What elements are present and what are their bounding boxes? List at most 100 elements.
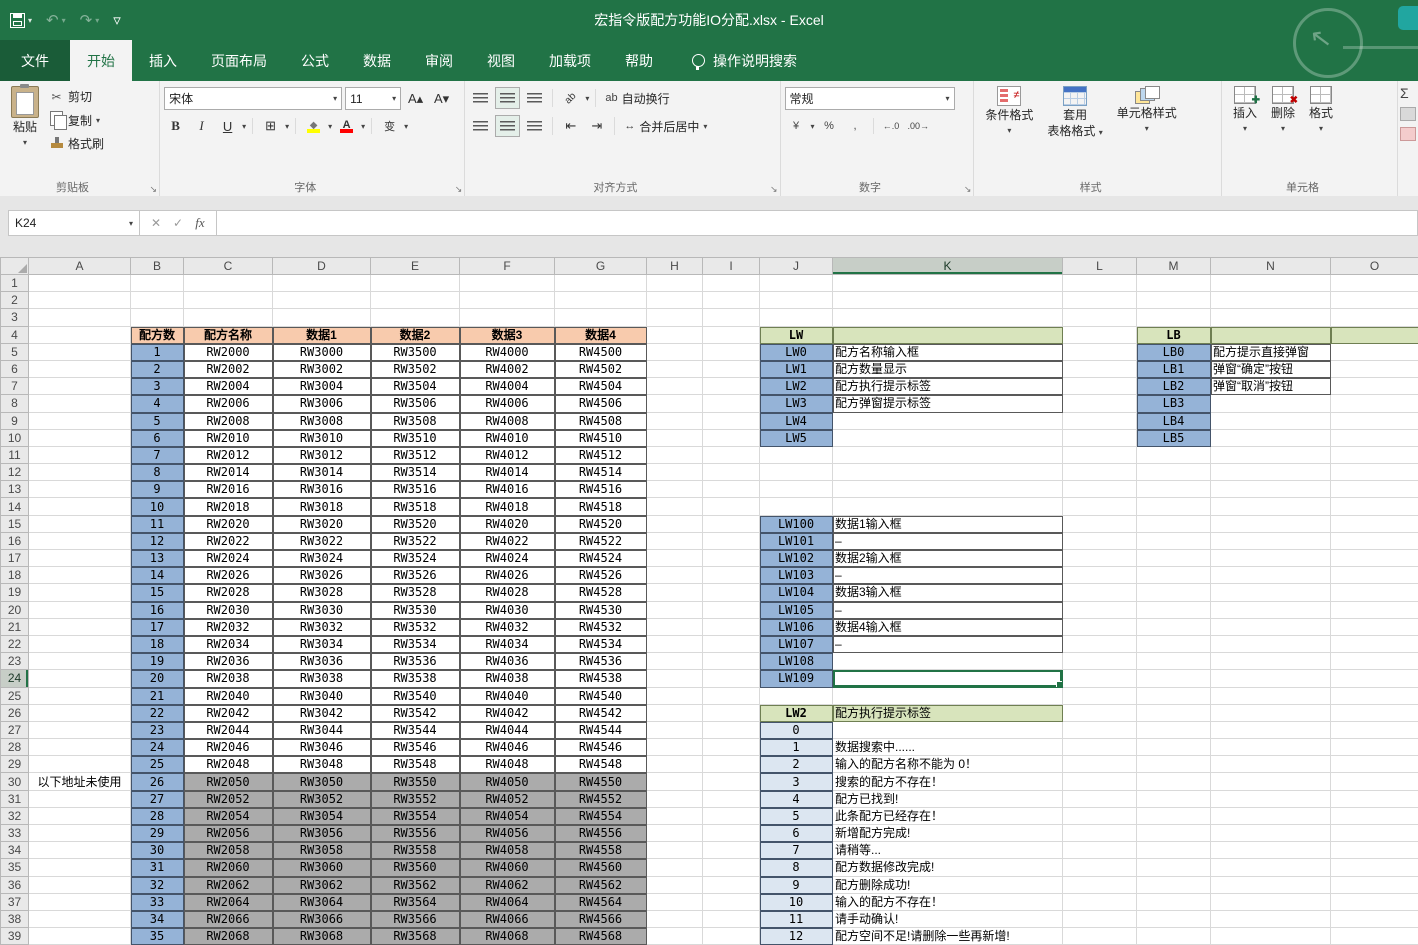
align-top-button[interactable] bbox=[469, 88, 492, 108]
recipe-cell[interactable]: RW3056 bbox=[273, 825, 371, 842]
cell-L6[interactable] bbox=[1063, 360, 1137, 377]
cell-M13[interactable] bbox=[1137, 481, 1211, 498]
cell-H23[interactable] bbox=[647, 653, 703, 670]
cell-O28[interactable] bbox=[1331, 739, 1418, 756]
recipe-cell[interactable]: RW3038 bbox=[273, 670, 371, 687]
recipe-cell[interactable]: RW4014 bbox=[460, 464, 555, 481]
lw-code[interactable]: LW1 bbox=[760, 360, 833, 377]
cell-M12[interactable] bbox=[1137, 464, 1211, 481]
recipe-cell[interactable]: RW3566 bbox=[371, 910, 460, 927]
lw2-code[interactable]: 0 bbox=[760, 721, 833, 738]
cell-O39[interactable] bbox=[1331, 928, 1418, 945]
cell-L13[interactable] bbox=[1063, 481, 1137, 498]
recipe-cell[interactable]: RW3524 bbox=[371, 550, 460, 567]
lw-desc[interactable]: – bbox=[833, 635, 1063, 652]
cell-A12[interactable] bbox=[29, 464, 131, 481]
cell-O31[interactable] bbox=[1331, 790, 1418, 807]
lw-code[interactable]: LW108 bbox=[760, 653, 833, 670]
lb-code[interactable]: LB3 bbox=[1137, 395, 1211, 412]
cell-A24[interactable] bbox=[29, 670, 131, 687]
cell-M11[interactable] bbox=[1137, 446, 1211, 463]
cell-N18[interactable] bbox=[1211, 567, 1331, 584]
merge-center-dropdown-icon[interactable]: ▾ bbox=[703, 122, 707, 131]
column-header-L[interactable]: L bbox=[1063, 258, 1137, 275]
cell-N8[interactable] bbox=[1211, 395, 1331, 412]
recipe-cell[interactable]: RW4038 bbox=[460, 670, 555, 687]
cell-H37[interactable] bbox=[647, 893, 703, 910]
cell-I30[interactable] bbox=[703, 773, 760, 790]
bold-button[interactable]: B bbox=[164, 116, 187, 136]
recipe-cell[interactable]: RW4548 bbox=[555, 756, 647, 773]
recipe-index[interactable]: 21 bbox=[131, 687, 184, 704]
row-header-20[interactable]: 20 bbox=[1, 601, 29, 618]
recipe-cell[interactable]: RW3502 bbox=[371, 360, 460, 377]
cell-N34[interactable] bbox=[1211, 842, 1331, 859]
recipe-cell[interactable]: RW4566 bbox=[555, 910, 647, 927]
cell-O2[interactable] bbox=[1331, 292, 1418, 309]
recipe-cell[interactable]: RW3046 bbox=[273, 739, 371, 756]
cell-H21[interactable] bbox=[647, 618, 703, 635]
recipe-index[interactable]: 15 bbox=[131, 584, 184, 601]
cell-G3[interactable] bbox=[555, 309, 647, 326]
recipe-cell[interactable]: RW2058 bbox=[184, 842, 273, 859]
cell-N32[interactable] bbox=[1211, 807, 1331, 824]
row-header-28[interactable]: 28 bbox=[1, 739, 29, 756]
recipe-index[interactable]: 12 bbox=[131, 532, 184, 549]
row-header-24[interactable]: 24 bbox=[1, 670, 29, 687]
recipe-cell[interactable]: RW3004 bbox=[273, 378, 371, 395]
cell-M30[interactable] bbox=[1137, 773, 1211, 790]
row-header-30[interactable]: 30 bbox=[1, 773, 29, 790]
cell-H20[interactable] bbox=[647, 601, 703, 618]
recipe-cell[interactable]: RW2054 bbox=[184, 807, 273, 824]
recipe-cell[interactable]: RW2000 bbox=[184, 343, 273, 360]
row-header-33[interactable]: 33 bbox=[1, 825, 29, 842]
cell-M29[interactable] bbox=[1137, 756, 1211, 773]
underline-dropdown-icon[interactable]: ▾ bbox=[242, 122, 246, 131]
lw-code[interactable]: LW3 bbox=[760, 395, 833, 412]
recipe-cell[interactable]: RW3556 bbox=[371, 825, 460, 842]
row-header-2[interactable]: 2 bbox=[1, 292, 29, 309]
recipe-cell[interactable]: RW2032 bbox=[184, 618, 273, 635]
recipe-cell[interactable]: RW3530 bbox=[371, 601, 460, 618]
cell-L31[interactable] bbox=[1063, 790, 1137, 807]
cell-L26[interactable] bbox=[1063, 704, 1137, 721]
recipe-cell[interactable]: RW4504 bbox=[555, 378, 647, 395]
cell-M35[interactable] bbox=[1137, 859, 1211, 876]
recipe-index[interactable]: 31 bbox=[131, 859, 184, 876]
cell-J12[interactable] bbox=[760, 464, 833, 481]
cell-H30[interactable] bbox=[647, 773, 703, 790]
recipe-header-6[interactable]: 数据4 bbox=[555, 326, 647, 343]
recipe-cell[interactable]: RW3068 bbox=[273, 928, 371, 945]
recipe-cell[interactable]: RW3052 bbox=[273, 790, 371, 807]
recipe-cell[interactable]: RW3042 bbox=[273, 704, 371, 721]
recipe-cell[interactable]: RW3064 bbox=[273, 893, 371, 910]
cell-A8[interactable] bbox=[29, 395, 131, 412]
cell-B2[interactable] bbox=[131, 292, 184, 309]
recipe-index[interactable]: 14 bbox=[131, 567, 184, 584]
cell-M39[interactable] bbox=[1137, 928, 1211, 945]
recipe-index[interactable]: 23 bbox=[131, 721, 184, 738]
recipe-index[interactable]: 19 bbox=[131, 653, 184, 670]
lw-desc[interactable]: – bbox=[833, 567, 1063, 584]
cell-N28[interactable] bbox=[1211, 739, 1331, 756]
cell-A19[interactable] bbox=[29, 584, 131, 601]
recipe-cell[interactable]: RW4000 bbox=[460, 343, 555, 360]
cell-A37[interactable] bbox=[29, 893, 131, 910]
cell-N26[interactable] bbox=[1211, 704, 1331, 721]
tab-formulas[interactable]: 公式 bbox=[284, 40, 346, 81]
recipe-cell[interactable]: RW4044 bbox=[460, 721, 555, 738]
recipe-cell[interactable]: RW4030 bbox=[460, 601, 555, 618]
cell-O32[interactable] bbox=[1331, 807, 1418, 824]
increase-indent-button[interactable]: ⇥ bbox=[585, 116, 608, 136]
recipe-cell[interactable]: RW2026 bbox=[184, 567, 273, 584]
wrap-text-button[interactable]: ab自动换行 bbox=[602, 89, 672, 108]
cell-L35[interactable] bbox=[1063, 859, 1137, 876]
cell-O36[interactable] bbox=[1331, 876, 1418, 893]
cell-M27[interactable] bbox=[1137, 721, 1211, 738]
recipe-cell[interactable]: RW2002 bbox=[184, 360, 273, 377]
recipe-cell[interactable]: RW3066 bbox=[273, 910, 371, 927]
cell-I7[interactable] bbox=[703, 378, 760, 395]
lw-desc[interactable]: – bbox=[833, 532, 1063, 549]
row-header-18[interactable]: 18 bbox=[1, 567, 29, 584]
cell-L5[interactable] bbox=[1063, 343, 1137, 360]
